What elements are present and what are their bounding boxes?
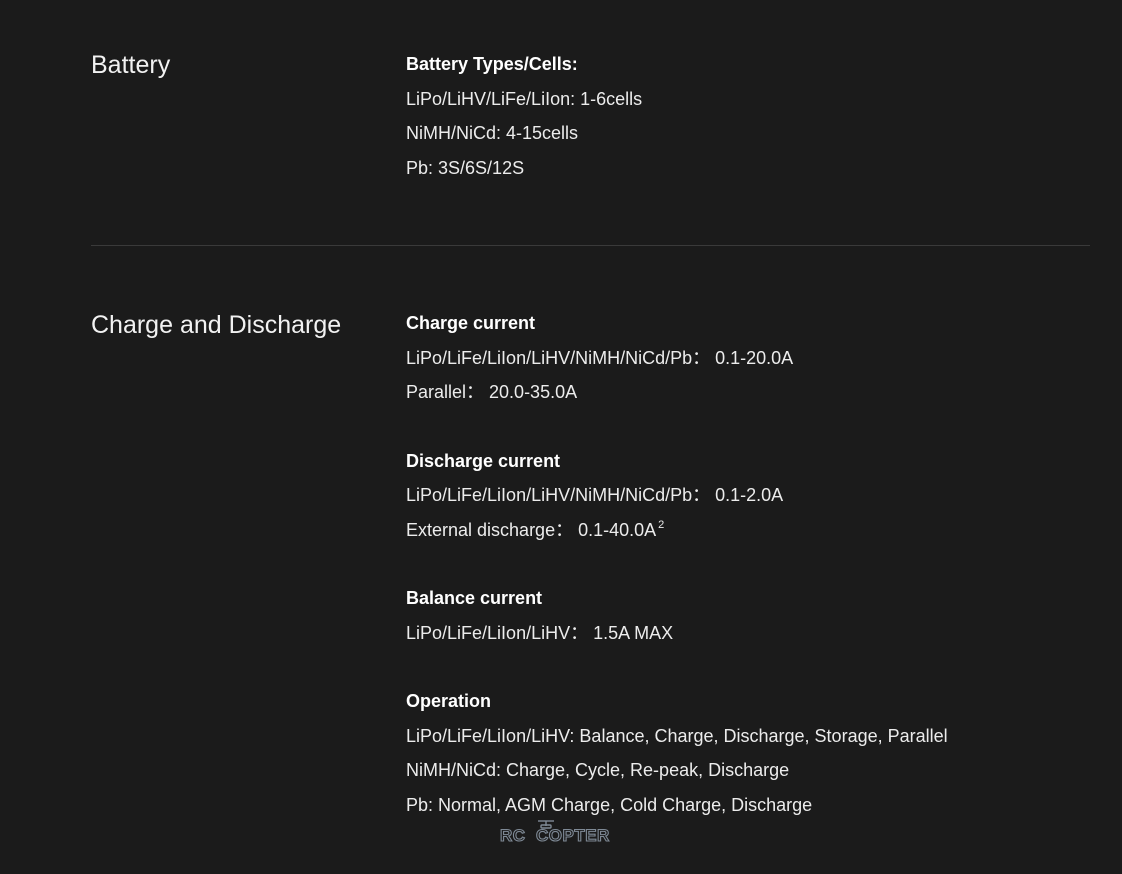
spec-heading: Battery Types/Cells:	[406, 54, 578, 74]
spec-line: Parallel： 20.0-35.0A	[406, 382, 578, 402]
spec-line-text: External discharge： 0.1-40.0A	[406, 519, 657, 540]
spec-heading: Operation	[406, 691, 492, 711]
watermark-text-right: COPTER	[536, 826, 610, 845]
spec-line: LiPo/LiFe/LiIon/LiHV: Balance, Charge, D…	[406, 725, 948, 746]
section-title-battery: Battery	[91, 51, 171, 79]
rc-copter-logo-icon: RC COPTER	[499, 820, 610, 846]
spec-heading: Balance current	[406, 588, 543, 608]
spec-heading: Discharge current	[406, 450, 561, 471]
spec-line: NiMH/NiCd: Charge, Cycle, Re-peak, Disch…	[406, 760, 790, 780]
spec-line: Pb: 3S/6S/12S	[406, 157, 525, 178]
spec-line: NiMH/NiCd: 4-15cells	[406, 123, 579, 143]
battery-specs: Battery Types/Cells: LiPo/LiHV/LiFe/LiIo…	[406, 47, 642, 185]
spec-line: LiPo/LiFe/LiIon/LiHV： 1.5A MAX	[406, 622, 674, 643]
spec-line: LiPo/LiHV/LiFe/LiIon: 1-6cells	[406, 88, 643, 109]
watermark-logo: RC COPTER	[499, 818, 624, 848]
spec-line: LiPo/LiFe/LiIon/LiHV/NiMH/NiCd/Pb： 0.1-2…	[406, 485, 784, 505]
footnote-marker[interactable]: 2	[658, 519, 664, 531]
spec-group-charge-current: Charge current LiPo/LiFe/LiIon/LiHV/NiMH…	[406, 306, 948, 410]
spec-group-operation: Operation LiPo/LiFe/LiIon/LiHV: Balance,…	[406, 684, 948, 822]
spec-group-balance-current: Balance current LiPo/LiFe/LiIon/LiHV： 1.…	[406, 581, 948, 650]
section-divider	[91, 245, 1090, 246]
section-title-charge-discharge: Charge and Discharge	[91, 311, 342, 339]
watermark-text-left: RC	[500, 826, 526, 845]
spec-group-battery-types: Battery Types/Cells: LiPo/LiHV/LiFe/LiIo…	[406, 47, 642, 185]
charge-discharge-specs: Charge current LiPo/LiFe/LiIon/LiHV/NiMH…	[406, 306, 948, 822]
spec-line: LiPo/LiFe/LiIon/LiHV/NiMH/NiCd/Pb： 0.1-2…	[406, 347, 794, 368]
spec-line: Pb: Normal, AGM Charge, Cold Charge, Dis…	[406, 794, 813, 815]
spec-group-discharge-current: Discharge current LiPo/LiFe/LiIon/LiHV/N…	[406, 444, 948, 548]
spec-heading: Charge current	[406, 313, 536, 333]
spec-line-external-discharge: External discharge： 0.1-40.0A 2	[406, 513, 948, 548]
